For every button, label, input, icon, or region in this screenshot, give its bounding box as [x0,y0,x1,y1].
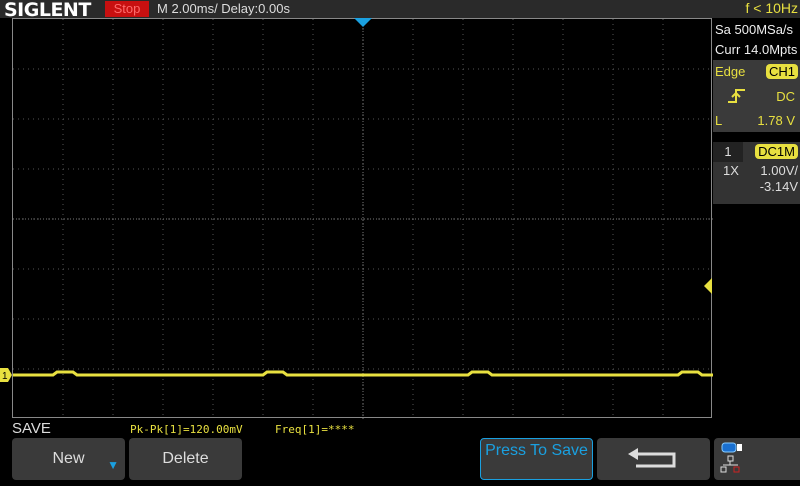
new-label: New [52,450,85,467]
trigger-level: 1.78 V [757,113,795,128]
back-button[interactable] [597,438,710,480]
vertical-scale: 1.00V/ [760,163,798,178]
trigger-panel[interactable]: Edge CH1 DC L 1.78 V [713,60,800,132]
channel1-panel[interactable]: 1 DC1M 1X 1.00V/ -3.14V [713,142,800,204]
trigger-source: CH1 [765,64,798,79]
press-to-save-button[interactable]: Press To Save [480,438,593,480]
channel-number: 1 [713,142,743,162]
status-icons-panel [714,438,800,480]
vertical-offset: -3.14V [759,179,798,194]
sample-rate: Sa 500MSa/s [715,22,794,37]
timebase-readout[interactable]: M 2.00ms/ Delay:0.00s [157,1,290,16]
memory-depth: Curr 14.0Mpts [715,42,798,57]
rising-edge-icon [728,89,745,103]
trigger-coupling: DC [776,89,795,104]
new-button[interactable]: New ▼ [12,438,125,480]
waveform-grid [12,18,713,419]
svg-text:1: 1 [2,371,8,382]
back-arrow-icon [627,448,675,468]
menu-title: SAVE [12,420,51,437]
trigger-type: Edge [715,64,746,79]
measurement-freq: Freq[1]=**** [275,423,355,436]
top-bar: SIGLENT Stop M 2.00ms/ Delay:0.00s f < 1… [0,0,800,21]
usb-icon [721,442,737,453]
waveform-display [13,19,713,419]
frequency-counter: f < 10Hz [745,0,798,16]
channel-coupling: DC1M [755,144,798,159]
acquisition-panel: Sa 500MSa/s Curr 14.0Mpts [713,20,800,60]
delete-button[interactable]: Delete [129,438,242,480]
measurement-pkpk: Pk-Pk[1]=120.00mV [130,423,243,436]
channel1-ground-marker [0,368,12,382]
trigger-level-label: L [715,113,723,128]
run-stop-status[interactable]: Stop [105,1,149,17]
network-disconnected-icon [720,455,740,473]
probe-ratio: 1X [723,163,739,178]
channel1-trace [13,370,713,377]
